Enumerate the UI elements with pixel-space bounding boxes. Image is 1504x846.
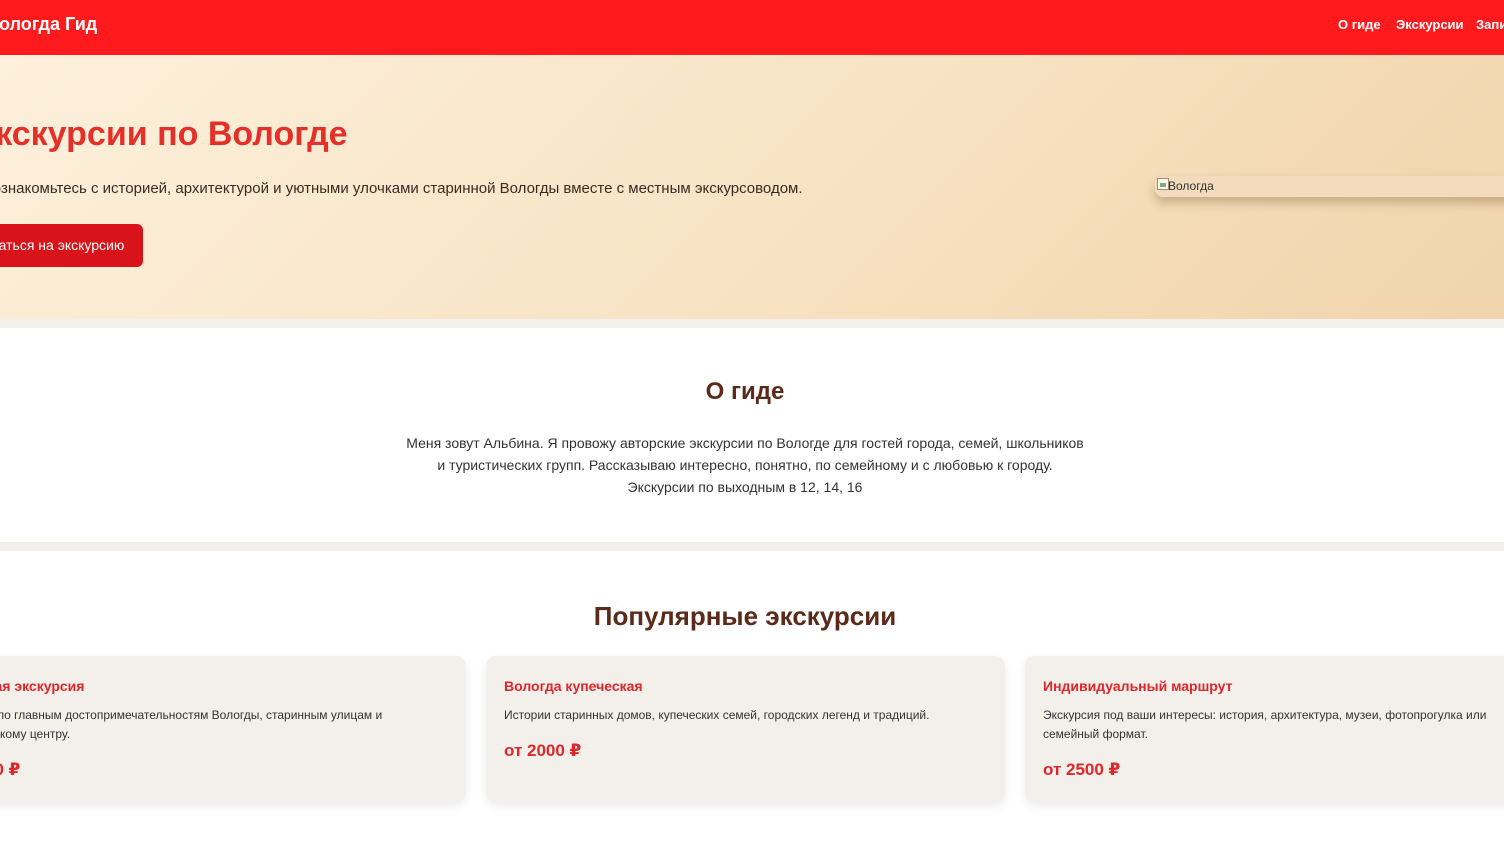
tour-card-price: от 2000 ₽ bbox=[504, 741, 582, 760]
hero-image-alt-text: Вологда bbox=[1168, 179, 1214, 193]
tour-card-overview[interactable]: Обзорная экскурсия Прогулка по главным д… bbox=[0, 656, 466, 802]
about-title: О гиде bbox=[705, 378, 785, 405]
about-section: О гиде Меня зовут Альбина. Я провожу авт… bbox=[0, 328, 1504, 542]
tour-card-individual[interactable]: Индивидуальный маршрут Экскурсия под ваш… bbox=[1025, 656, 1504, 802]
tours-section: Популярные экскурсии Обзорная экскурсия … bbox=[0, 551, 1504, 846]
nav-link-signup-clip: Записаться bbox=[1476, 0, 1504, 55]
top-navbar: Вологда Гид О гиде Экскурсии Записаться bbox=[0, 0, 1504, 55]
nav-link-signup[interactable]: Записаться bbox=[1476, 17, 1504, 32]
tour-card-title: Индивидуальный маршрут bbox=[1043, 678, 1233, 694]
tours-title: Популярные экскурсии bbox=[593, 601, 897, 631]
tour-card-merchant[interactable]: Вологда купеческая Истории старинных дом… bbox=[486, 656, 1005, 802]
tour-card-description: Экскурсия под ваши интересы: история, ар… bbox=[1043, 708, 1487, 741]
signup-tour-button[interactable]: Записаться на экскурсию bbox=[0, 224, 143, 267]
hero-image: Вологда bbox=[1155, 176, 1504, 197]
nav-link-tours[interactable]: Экскурсии bbox=[1396, 17, 1464, 32]
tour-card-price: от 1500 ₽ bbox=[0, 760, 21, 779]
tour-card-description: Прогулка по главным достопримечательност… bbox=[0, 708, 383, 741]
tour-card-title: Вологда купеческая bbox=[504, 678, 643, 694]
hero-subtitle: Познакомьтесь с историей, архитектурой и… bbox=[0, 180, 803, 197]
hero-section: Экскурсии по Вологде Познакомьтесь с ист… bbox=[0, 55, 1504, 319]
tour-card-price: от 2500 ₽ bbox=[1043, 760, 1121, 779]
hero-title: Экскурсии по Вологде bbox=[0, 115, 348, 153]
brand-logo[interactable]: Вологда Гид bbox=[0, 14, 97, 35]
tour-card-description: Истории старинных домов, купеческих семе… bbox=[504, 708, 930, 722]
about-text: Меня зовут Альбина. Я провожу авторские … bbox=[406, 435, 1084, 495]
tour-card-title: Обзорная экскурсия bbox=[0, 678, 85, 694]
nav-link-about[interactable]: О гиде bbox=[1338, 17, 1381, 32]
